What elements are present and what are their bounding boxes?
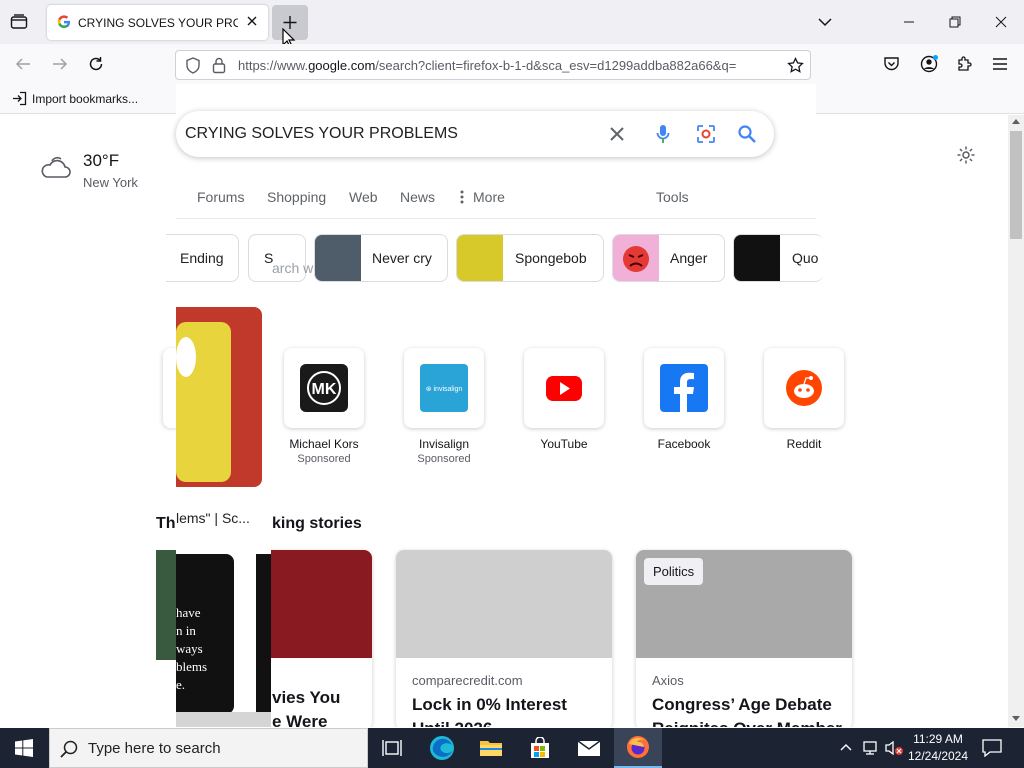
nav-tab-news[interactable]: News (400, 189, 435, 205)
tab-title: CRYING SOLVES YOUR PROBLEMS (78, 16, 238, 30)
voice-search-icon[interactable] (656, 124, 670, 144)
address-bar[interactable]: https://www.google.com/search?client=fir… (175, 50, 811, 80)
search-placeholder: Type here to search (88, 740, 221, 757)
url-text[interactable]: https://www.google.com/search?client=fir… (238, 58, 778, 73)
ghost-search-text: arch wi (272, 260, 317, 276)
extensions-icon[interactable] (956, 55, 974, 73)
overlay-bottom-bar (176, 712, 271, 727)
quote-text: have n in ways blems e. (176, 605, 208, 692)
menu-icon[interactable] (992, 57, 1008, 71)
page-scrollbar[interactable] (1008, 115, 1024, 727)
file-explorer-icon[interactable] (467, 728, 515, 768)
nav-tab-web[interactable]: Web (349, 189, 378, 205)
story-dark-strip (256, 554, 271, 714)
overlay-background (176, 84, 816, 727)
chip-label: Quo (792, 250, 819, 266)
tracking-protection-icon[interactable] (185, 57, 201, 74)
microsoft-store-icon[interactable] (516, 728, 564, 768)
weather-temperature: 30°F (83, 151, 120, 170)
windows-taskbar: Type here to search 11:29 AM 12/24/2024 (0, 728, 1024, 768)
scrollbar-thumb[interactable] (1010, 131, 1022, 239)
chip-label: Anger (670, 250, 708, 266)
show-hidden-icons-icon[interactable] (839, 740, 853, 754)
scroll-down-icon[interactable] (1012, 716, 1020, 722)
mail-icon[interactable] (565, 728, 613, 768)
edge-browser-icon[interactable] (418, 728, 466, 768)
nav-divider (176, 218, 816, 219)
chip-thumbnail (734, 235, 780, 281)
notifications-icon[interactable] (982, 739, 1002, 757)
search-icon (60, 740, 78, 758)
close-window-button[interactable] (978, 0, 1024, 44)
search-query[interactable]: CRYING SOLVES YOUR PROBLEMS (185, 125, 458, 143)
minimize-button[interactable] (886, 0, 932, 44)
google-search-box[interactable]: CRYING SOLVES YOUR PROBLEMS (176, 111, 774, 157)
google-favicon-icon (57, 15, 71, 29)
scroll-up-icon[interactable] (1012, 118, 1020, 124)
clock-date[interactable]: 12/24/2024 (905, 749, 971, 763)
story-image-partial[interactable] (156, 550, 176, 660)
tab-overview-icon[interactable] (10, 14, 28, 30)
clear-search-icon[interactable] (609, 126, 625, 142)
chip-thumbnail (315, 235, 361, 281)
google-results-overlay: CRYING SOLVES YOUR PROBLEMS Forums Shopp… (166, 84, 823, 727)
chip-anger[interactable]: Anger (612, 234, 725, 282)
image-search-icon[interactable] (696, 124, 716, 144)
bookmark-star-icon[interactable] (787, 57, 804, 74)
back-icon[interactable] (14, 56, 32, 72)
chip-label: Spongebob (515, 250, 587, 266)
tools-button[interactable]: Tools (656, 189, 689, 205)
stories-heading-prefix: Th (156, 515, 176, 532)
list-all-tabs-icon[interactable] (816, 14, 834, 30)
close-tab-icon[interactable] (246, 15, 258, 27)
account-icon[interactable] (920, 55, 938, 73)
lock-icon[interactable] (212, 57, 226, 74)
firefox-taskbar-icon[interactable] (614, 728, 662, 768)
pocket-icon[interactable] (883, 56, 900, 72)
tab-bar: CRYING SOLVES YOUR PROBLEMS (0, 0, 1024, 48)
story-quote-card[interactable]: have n in ways blems e. (176, 554, 234, 714)
result-image-spongebob[interactable] (176, 307, 262, 487)
navigation-toolbar: https://www.google.com/search?client=fir… (0, 44, 1024, 84)
import-icon (12, 91, 27, 106)
windows-start-icon[interactable] (0, 728, 48, 768)
network-icon[interactable] (862, 740, 880, 756)
chip-thumbnail (457, 235, 503, 281)
forward-icon[interactable] (51, 56, 69, 72)
nav-tab-forums[interactable]: Forums (197, 189, 244, 205)
weather-location: New York (83, 175, 138, 190)
clock-time[interactable]: 11:29 AM (905, 732, 971, 746)
volume-muted-icon[interactable] (884, 740, 904, 756)
import-bookmarks-link[interactable]: Import bookmarks... (32, 92, 138, 106)
task-view-icon[interactable] (368, 728, 416, 768)
tab-google-search[interactable]: CRYING SOLVES YOUR PROBLEMS (47, 5, 268, 40)
chip-ending[interactable]: Ending (166, 234, 239, 282)
result-caption[interactable]: lems" | Sc... (176, 510, 250, 526)
more-dots-icon (460, 190, 464, 204)
nav-tab-more[interactable]: More (473, 189, 505, 205)
cloudy-weather-icon (38, 155, 72, 181)
chip-label: Ending (180, 250, 224, 266)
chip-spongebob[interactable]: Spongebob (456, 234, 604, 282)
search-submit-icon[interactable] (737, 124, 757, 144)
taskbar-search-box[interactable]: Type here to search (49, 728, 368, 768)
reload-icon[interactable] (87, 55, 105, 73)
chip-label: Never cry (372, 250, 432, 266)
chip-quotes[interactable]: Quo (733, 234, 823, 282)
settings-gear-icon[interactable] (956, 145, 976, 165)
restore-button[interactable] (932, 0, 978, 44)
chip-never-cry[interactable]: Never cry (314, 234, 448, 282)
chip-thumbnail (613, 235, 659, 281)
nav-tab-shopping[interactable]: Shopping (267, 189, 326, 205)
